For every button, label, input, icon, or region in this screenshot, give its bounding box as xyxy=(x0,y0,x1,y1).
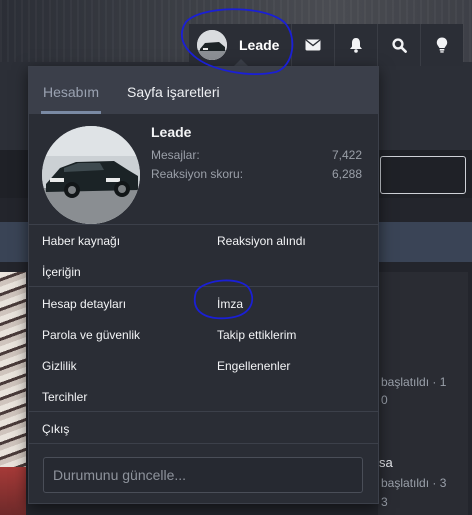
divider xyxy=(29,443,378,444)
link-news-feed[interactable]: Haber kaynağı xyxy=(42,234,120,248)
profile-name[interactable]: Leade xyxy=(151,124,191,140)
alerts-button[interactable] xyxy=(334,24,377,66)
tab-account[interactable]: Hesabım xyxy=(29,67,114,114)
header-username: Leade xyxy=(239,37,280,53)
link-your-content[interactable]: İçeriğin xyxy=(42,265,81,279)
link-password-security[interactable]: Parola ve güvenlik xyxy=(42,328,140,342)
lightbulb-icon xyxy=(436,37,448,53)
page-button-outline[interactable] xyxy=(380,156,466,194)
logout-link[interactable]: Çıkış xyxy=(42,422,69,436)
divider xyxy=(29,411,378,412)
avatar[interactable] xyxy=(42,126,140,224)
thread-meta: 3 xyxy=(381,495,388,509)
search-icon xyxy=(391,37,407,53)
search-button[interactable] xyxy=(377,24,420,66)
stat-value-messages: 7,422 xyxy=(331,148,362,162)
menu-tabs: Hesabım Sayfa işaretleri xyxy=(29,67,378,114)
thread-meta: başlatıldı · 1 xyxy=(381,375,447,389)
link-signature[interactable]: İmza xyxy=(217,297,243,311)
thread-thumbnail[interactable] xyxy=(0,272,26,467)
link-following[interactable]: Takip ettiklerim xyxy=(217,328,296,342)
thread-meta: başlatıldı · 3 xyxy=(381,476,447,490)
status-input[interactable] xyxy=(43,457,363,493)
stat-label-messages: Mesajlar: xyxy=(151,148,200,162)
profile-summary: Leade Mesajlar: 7,422 Reaksiyon skoru: 6… xyxy=(29,114,378,226)
inbox-button[interactable] xyxy=(291,24,334,66)
style-toggle-button[interactable] xyxy=(420,24,463,66)
link-reactions-received[interactable]: Reaksiyon alındı xyxy=(217,234,306,248)
account-menu: Hesabım Sayfa işaretleri Leade Mesajlar:… xyxy=(28,66,379,504)
avatar-small xyxy=(197,30,227,60)
tab-bookmarks[interactable]: Sayfa işaretleri xyxy=(127,67,220,114)
divider xyxy=(29,286,378,287)
thread-thumbnail-2[interactable] xyxy=(0,467,26,515)
bell-icon xyxy=(350,38,362,53)
stat-label-reaction-score: Reaksiyon skoru: xyxy=(151,167,244,181)
link-privacy[interactable]: Gizlilik xyxy=(42,359,77,373)
link-preferences[interactable]: Tercihler xyxy=(42,390,87,404)
link-account-details[interactable]: Hesap detayları xyxy=(42,297,126,311)
thread-title[interactable]: sa xyxy=(379,455,393,470)
stat-value-reaction-score: 6,288 xyxy=(331,167,362,181)
envelope-icon xyxy=(305,39,321,51)
thread-meta: 0 xyxy=(381,393,388,407)
link-ignoring[interactable]: Engellenenler xyxy=(217,359,290,373)
divider xyxy=(29,224,378,225)
